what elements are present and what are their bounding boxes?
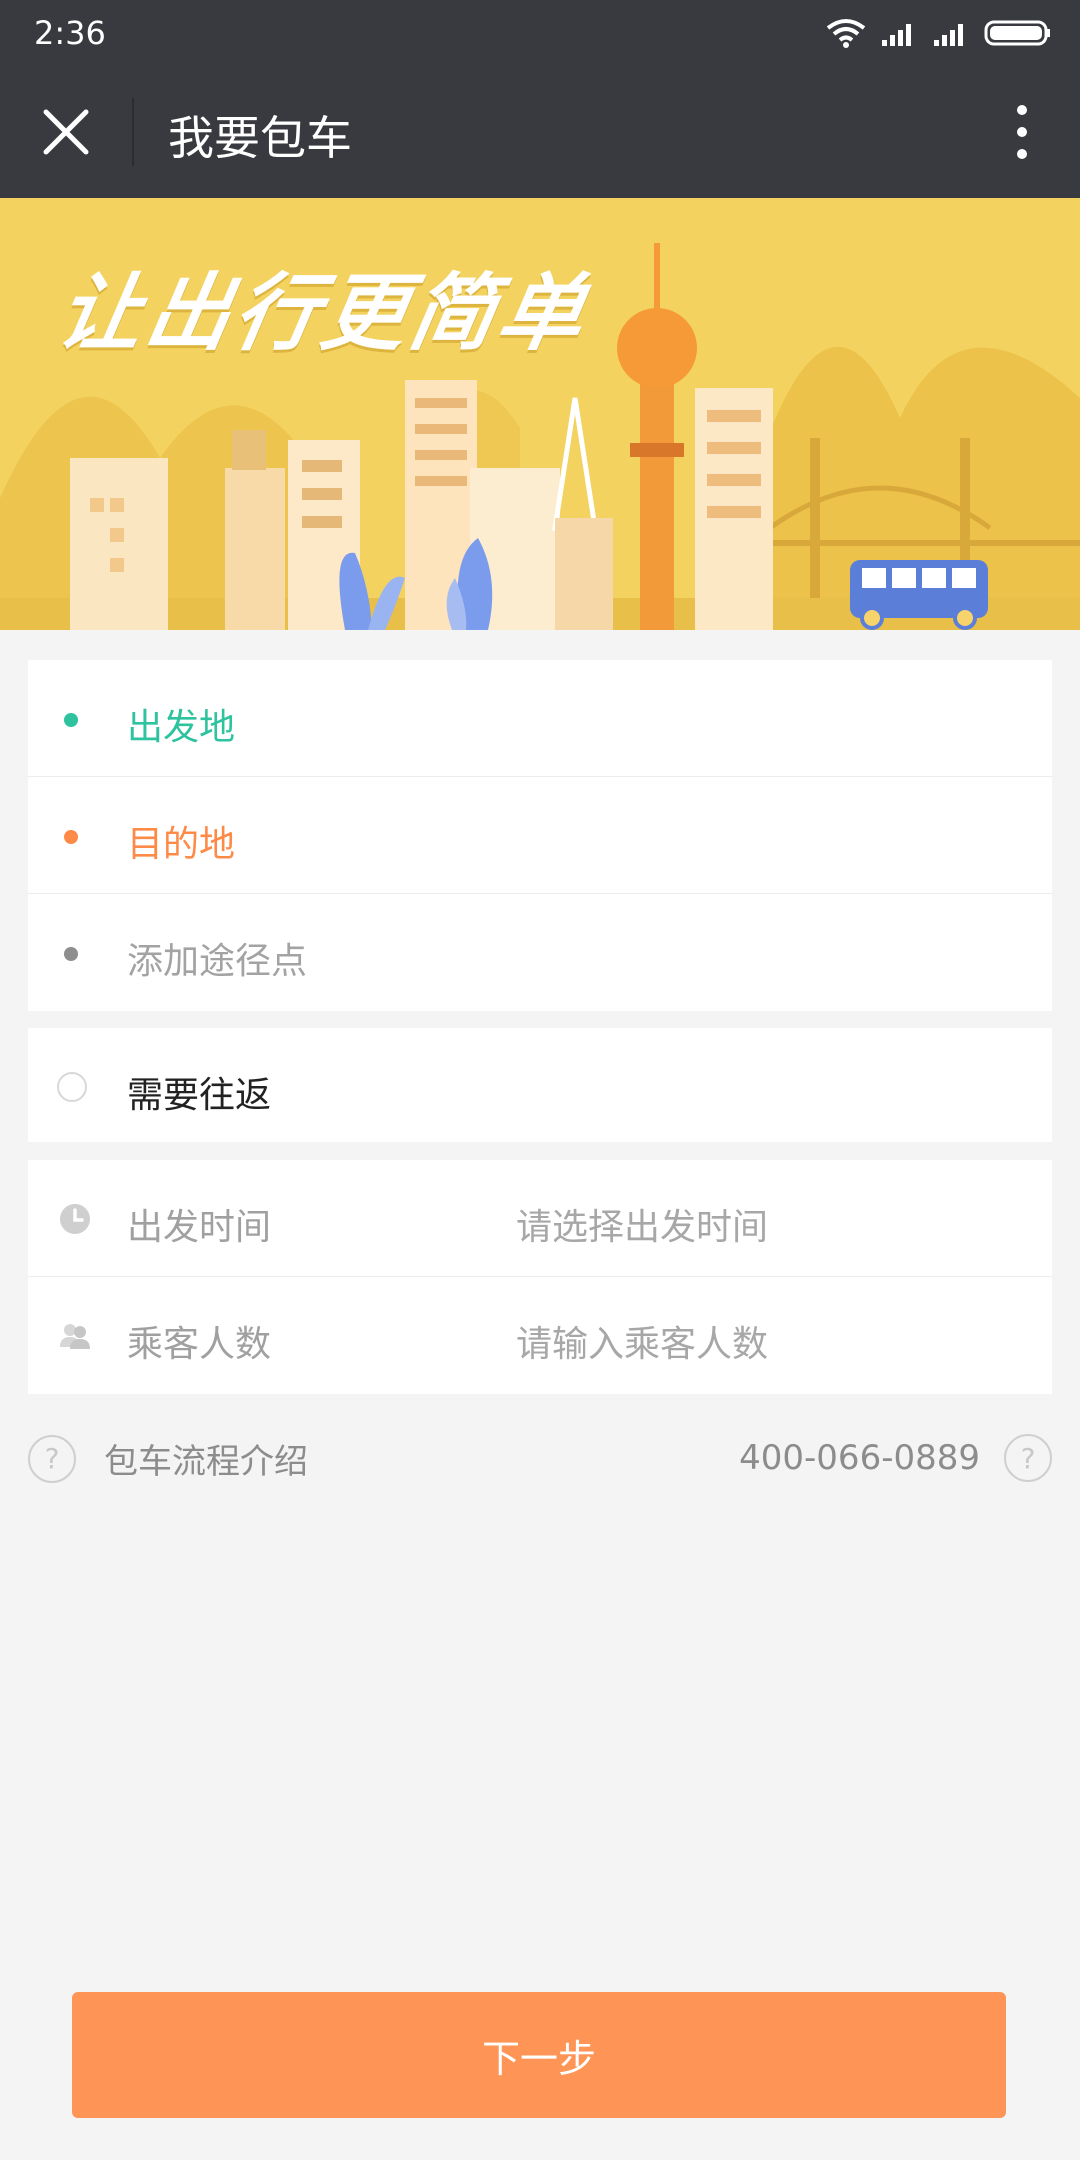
- trip-details-card: 出发时间 请选择出发时间 乘客人数 请输入乘客人数: [28, 1160, 1052, 1394]
- round-trip-label: 需要往返: [127, 1075, 272, 1116]
- passengers-label: 乘客人数: [127, 1324, 272, 1365]
- destination-row[interactable]: 目的地: [28, 777, 1052, 894]
- round-trip-card: 需要往返: [28, 1028, 1052, 1142]
- passengers-input[interactable]: 请输入乘客人数: [516, 1315, 768, 1367]
- next-button[interactable]: 下一步: [72, 1992, 1006, 2118]
- passengers-row[interactable]: 乘客人数 请输入乘客人数: [28, 1277, 1052, 1394]
- battery-icon: [984, 20, 1050, 46]
- hotline-link[interactable]: 400-066-0889 ?: [739, 1434, 1052, 1482]
- page-title: 我要包车: [168, 111, 352, 165]
- banner-slogan: 让出行更简单: [50, 264, 596, 362]
- round-trip-row[interactable]: 需要往返: [28, 1028, 1052, 1142]
- status-time: 2:36: [34, 14, 106, 52]
- signal-icon: [882, 24, 911, 46]
- departure-time-picker[interactable]: 请选择出发时间: [516, 1198, 768, 1250]
- navigation-bar: 我要包车: [0, 66, 1080, 198]
- waypoint-dot-icon: [64, 947, 78, 961]
- nav-divider: [132, 98, 134, 166]
- signal-icon: [934, 24, 963, 46]
- route-card: 出发地 目的地 添加途径点: [28, 660, 1052, 1011]
- close-button[interactable]: [30, 96, 102, 168]
- close-icon: [43, 109, 89, 155]
- hotline-number[interactable]: 400-066-0889: [739, 1438, 980, 1478]
- wifi-icon: [826, 19, 866, 48]
- passengers-icon: [60, 1324, 90, 1349]
- status-icons: [826, 14, 1052, 52]
- origin-dot-icon: [64, 713, 78, 727]
- more-vertical-icon: [1017, 105, 1027, 159]
- question-icon: ?: [28, 1434, 76, 1483]
- process-intro-link[interactable]: ? 包车流程介绍: [28, 1434, 308, 1483]
- banner-image: 让出行更简单: [0, 198, 1080, 630]
- departure-time-row[interactable]: 出发时间 请选择出发时间: [28, 1160, 1052, 1277]
- more-button[interactable]: [994, 96, 1050, 168]
- round-trip-radio[interactable]: [57, 1072, 87, 1102]
- destination-dot-icon: [64, 830, 78, 844]
- destination-label: 目的地: [127, 824, 236, 865]
- waypoint-label: 添加途径点: [127, 941, 308, 982]
- add-waypoint-row[interactable]: 添加途径点: [28, 894, 1052, 1011]
- departure-time-label: 出发时间: [127, 1207, 272, 1248]
- clock-icon: [60, 1204, 90, 1234]
- process-intro-label: 包车流程介绍: [104, 1442, 308, 1482]
- status-bar: 2:36: [0, 0, 1080, 66]
- origin-row[interactable]: 出发地: [28, 660, 1052, 777]
- question-icon[interactable]: ?: [1004, 1434, 1052, 1482]
- origin-label: 出发地: [127, 707, 236, 748]
